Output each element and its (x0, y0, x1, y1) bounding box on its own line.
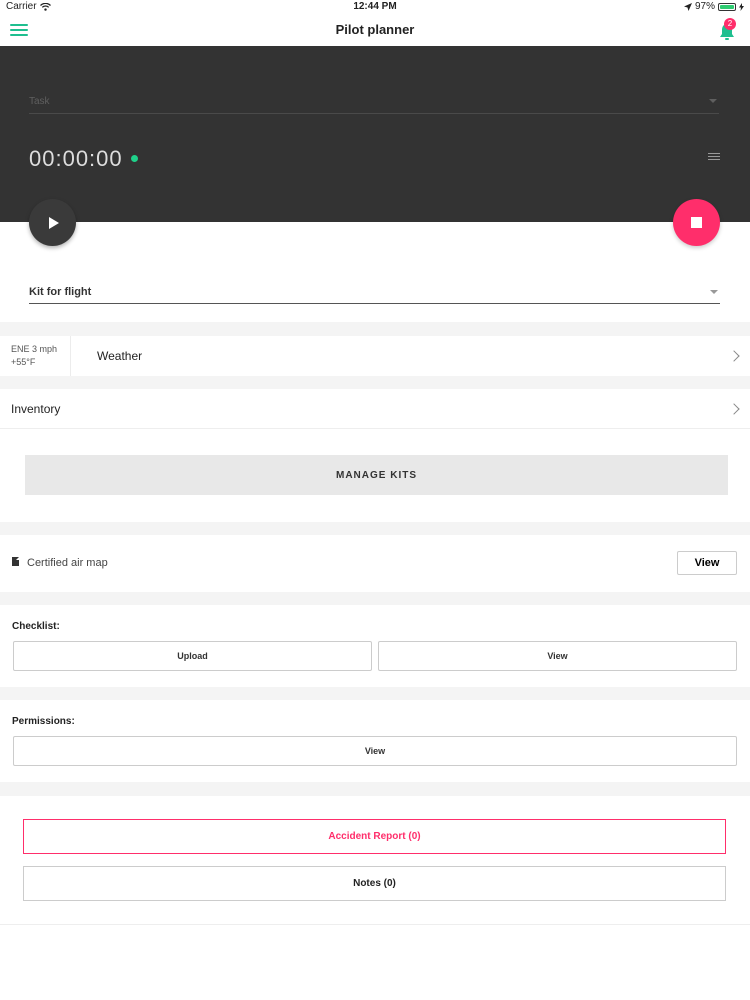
inventory-section: Inventory MANAGE KITS (0, 389, 750, 522)
chevron-down-icon (709, 99, 717, 103)
weather-summary: ENE 3 mph +55°F (0, 336, 71, 376)
checklist-section: Checklist: Upload View (0, 605, 750, 687)
list-icon[interactable] (708, 153, 720, 163)
reports-section: Accident Report (0) Notes (0) (0, 796, 750, 924)
manage-kits-button[interactable]: MANAGE KITS (25, 455, 728, 495)
kit-select[interactable]: Kit for flight (29, 286, 720, 304)
flight-timer-panel (0, 46, 750, 222)
chevron-right-icon (728, 350, 740, 362)
notification-badge: 2 (724, 18, 736, 30)
notes-button[interactable]: Notes (0) (23, 866, 726, 901)
inventory-label: Inventory (11, 402, 61, 416)
permissions-section: Permissions: View (0, 700, 750, 782)
checklist-label: Checklist: (12, 621, 60, 632)
temperature-text: +55°F (11, 357, 36, 367)
status-right: 97% (683, 1, 744, 12)
permissions-view-button[interactable]: View (13, 736, 737, 766)
play-icon (49, 216, 59, 229)
checklist-view-button[interactable]: View (378, 641, 737, 671)
air-map-view-button[interactable]: View (677, 551, 737, 575)
play-button[interactable] (29, 199, 76, 246)
accident-report-button[interactable]: Accident Report (0) (23, 819, 726, 854)
battery-percent: 97% (694, 1, 715, 12)
air-map-label: Certified air map (27, 557, 108, 569)
status-time: 12:44 PM (353, 1, 397, 12)
permissions-label: Permissions: (12, 716, 75, 727)
wind-text: ENE 3 mph (11, 344, 58, 354)
page-title: Pilot planner (335, 22, 415, 37)
weather-label: Weather (97, 349, 143, 363)
inventory-row[interactable]: Inventory (0, 389, 750, 429)
chevron-right-icon (728, 403, 740, 415)
status-bar: Carrier 12:44 PM 97% (0, 0, 750, 14)
stop-icon (691, 217, 702, 228)
battery-icon (718, 2, 736, 11)
kit-section (0, 222, 750, 322)
status-dot (131, 155, 138, 162)
task-placeholder: Task (29, 96, 50, 107)
footer-area (0, 924, 750, 1000)
charging-icon (739, 2, 744, 11)
flight-timer: 00:00:00 (29, 146, 123, 171)
stop-button[interactable] (673, 199, 720, 246)
document-icon (12, 557, 19, 566)
chevron-down-icon (710, 290, 718, 294)
location-arrow-icon (683, 2, 692, 11)
nav-bar: Pilot planner 2 (0, 14, 750, 46)
air-map-row: Certified air map View (0, 535, 750, 592)
checklist-upload-button[interactable]: Upload (13, 641, 372, 671)
kit-select-value: Kit for flight (29, 286, 92, 298)
notifications-button[interactable]: 2 (718, 18, 738, 42)
task-select[interactable]: Task (29, 96, 719, 114)
weather-row[interactable]: ENE 3 mph +55°F Weather (0, 336, 750, 376)
